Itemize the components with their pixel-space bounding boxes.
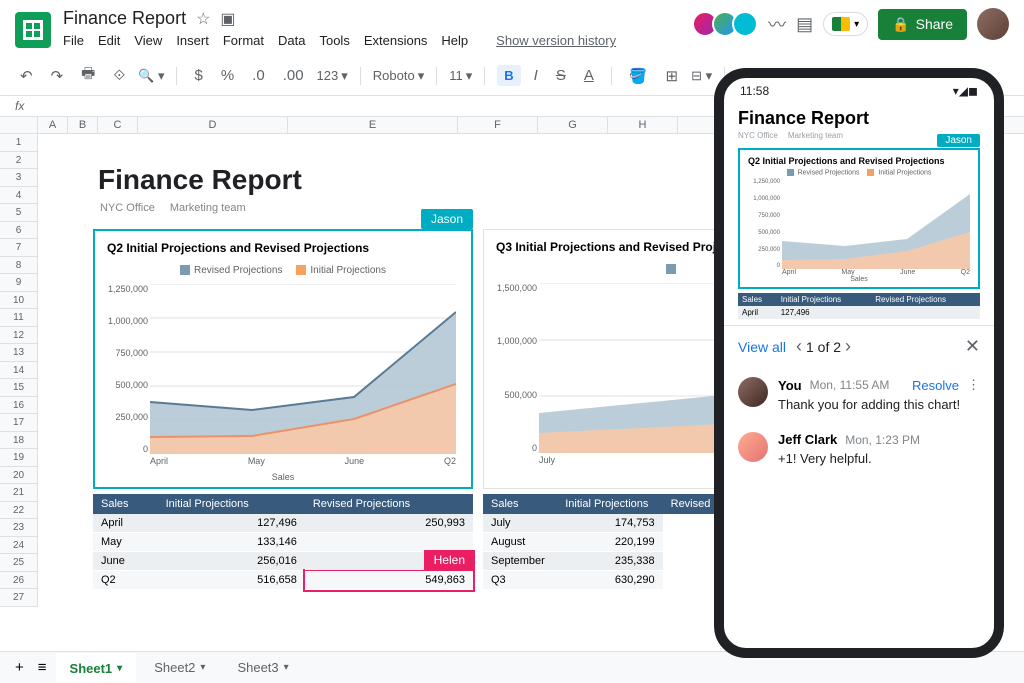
share-button[interactable]: 🔒Share [878,9,967,40]
collaborator-avatars[interactable] [698,11,758,37]
menu-extensions[interactable]: Extensions [364,33,428,48]
activity-icon[interactable]: 〰 [768,11,786,37]
row-header[interactable]: 1 [0,134,38,152]
add-sheet-icon[interactable]: + [10,656,29,679]
phone-clock: 11:58 [740,84,769,98]
chevron-down-icon: ▾ [117,663,122,674]
star-icon[interactable]: ☆ [196,9,210,29]
fx-label: fx [15,99,24,113]
collaborator-tag-jason: Jason [937,134,980,147]
sheets-logo [15,12,51,48]
menu-insert[interactable]: Insert [176,33,209,48]
comment-thread-item: You Mon, 11:55 AM Resolve ⋮ Thank you for a… [724,367,994,422]
q2-chart-panel[interactable]: Jason Q2 Initial Projections and Revised… [93,229,473,489]
percent-button[interactable]: % [216,64,239,87]
col-header[interactable]: G [538,117,608,133]
menu-format[interactable]: Format [223,33,264,48]
chart-title: Q2 Initial Projections and Revised Proje… [95,231,471,265]
fill-color-icon[interactable]: 🪣 [624,64,653,88]
menu-data[interactable]: Data [278,33,305,48]
col-header[interactable]: B [68,117,98,133]
chart-legend: Revised Projections Initial Projections [95,265,471,276]
close-icon[interactable]: ✕ [965,336,980,357]
number-format-dropdown[interactable]: 123 ▾ [317,68,348,84]
phone-data-table[interactable]: SalesInitial ProjectionsRevised Projecti… [738,293,980,319]
sheet-tab-3[interactable]: Sheet3▾ [223,654,302,681]
menu-file[interactable]: File [63,33,84,48]
comment-author: Jeff Clark [778,432,837,447]
col-header[interactable]: C [98,117,138,133]
comments-icon[interactable]: ▤ [796,14,813,35]
phone-doc-title: Finance Report [738,108,980,129]
all-sheets-icon[interactable]: ≡ [33,656,52,679]
more-icon[interactable]: ⋮ [967,377,980,393]
phone-chart[interactable]: Jason Q2 Initial Projections and Revised… [738,148,980,289]
font-size-dropdown[interactable]: 11 ▾ [449,68,472,84]
q2-data-table[interactable]: SalesInitial ProjectionsRevised Projecti… [93,494,473,590]
profile-avatar[interactable] [977,8,1009,40]
next-icon[interactable]: › [845,336,851,357]
redo-icon[interactable]: ↷ [46,64,69,88]
col-header[interactable]: D [138,117,288,133]
zoom-dropdown[interactable]: 🔍 ▾ [138,68,164,84]
comment-time: Mon, 11:55 AM [810,378,890,392]
menu-tools[interactable]: Tools [319,33,349,48]
meet-button[interactable]: ▾ [823,12,868,36]
comment-author: You [778,378,802,393]
phone-status-icons: ▾◢◼ [953,84,978,98]
move-folder-icon[interactable]: ▣ [220,9,235,29]
undo-icon[interactable]: ↶ [15,64,38,88]
italic-button[interactable]: I [529,64,543,87]
decrease-decimal-button[interactable]: .0 [247,64,270,87]
menu-help[interactable]: Help [441,33,468,48]
mobile-preview: 11:58 ▾◢◼ Finance Report NYC OfficeMarke… [714,68,1004,658]
comment-body: Thank you for adding this chart! [778,397,980,412]
collaborator-tag-jason: Jason [421,209,473,229]
avatar [738,377,768,407]
bold-button[interactable]: B [497,65,520,86]
version-history-link[interactable]: Show version history [496,33,616,48]
sheet-tab-1[interactable]: Sheet1▾ [56,653,137,682]
font-dropdown[interactable]: Roboto ▾ [373,68,424,84]
increase-decimal-button[interactable]: .00 [278,64,309,87]
menu-edit[interactable]: Edit [98,33,120,48]
view-all-link[interactable]: View all [738,339,786,355]
resolve-button[interactable]: Resolve [912,378,959,393]
print-icon[interactable]: 🖶 [76,60,100,91]
comment-time: Mon, 1:23 PM [845,433,920,447]
col-header[interactable]: E [288,117,458,133]
area-chart [150,284,456,454]
menu-bar: File Edit View Insert Format Data Tools … [63,33,686,48]
text-color-button[interactable]: A [579,64,599,87]
borders-icon[interactable]: ⊞ [661,64,684,88]
col-header[interactable]: A [38,117,68,133]
page-indicator: 1 of 2 [806,339,841,355]
col-header[interactable]: H [608,117,678,133]
paint-format-icon[interactable]: ⟐ [108,64,130,87]
prev-icon[interactable]: ‹ [796,336,802,357]
sheet-subtitle: NYC OfficeMarketing team [100,202,246,214]
col-header[interactable]: F [458,117,538,133]
avatar [738,432,768,462]
strikethrough-button[interactable]: S [551,64,571,87]
avatar [732,11,758,37]
lock-icon: 🔒 [892,16,909,33]
document-title[interactable]: Finance Report [63,8,186,29]
menu-view[interactable]: View [134,33,162,48]
collaborator-tag-helen: Helen [424,550,475,570]
comment-body: +1! Very helpful. [778,451,980,466]
sheet-tab-2[interactable]: Sheet2▾ [140,654,219,681]
comment-thread-item: Jeff Clark Mon, 1:23 PM +1! Very helpful. [724,422,994,476]
app-header: Finance Report ☆ ▣ File Edit View Insert… [0,0,1024,56]
sheet-report-title: Finance Report [98,164,302,196]
currency-button[interactable]: $ [189,64,207,87]
merge-dropdown[interactable]: ⊟ ▾ [691,68,712,84]
comment-nav-bar: View all ‹1 of 2› ✕ [724,325,994,367]
row-headers: 1234567891011121314151617181920212223242… [0,134,38,607]
